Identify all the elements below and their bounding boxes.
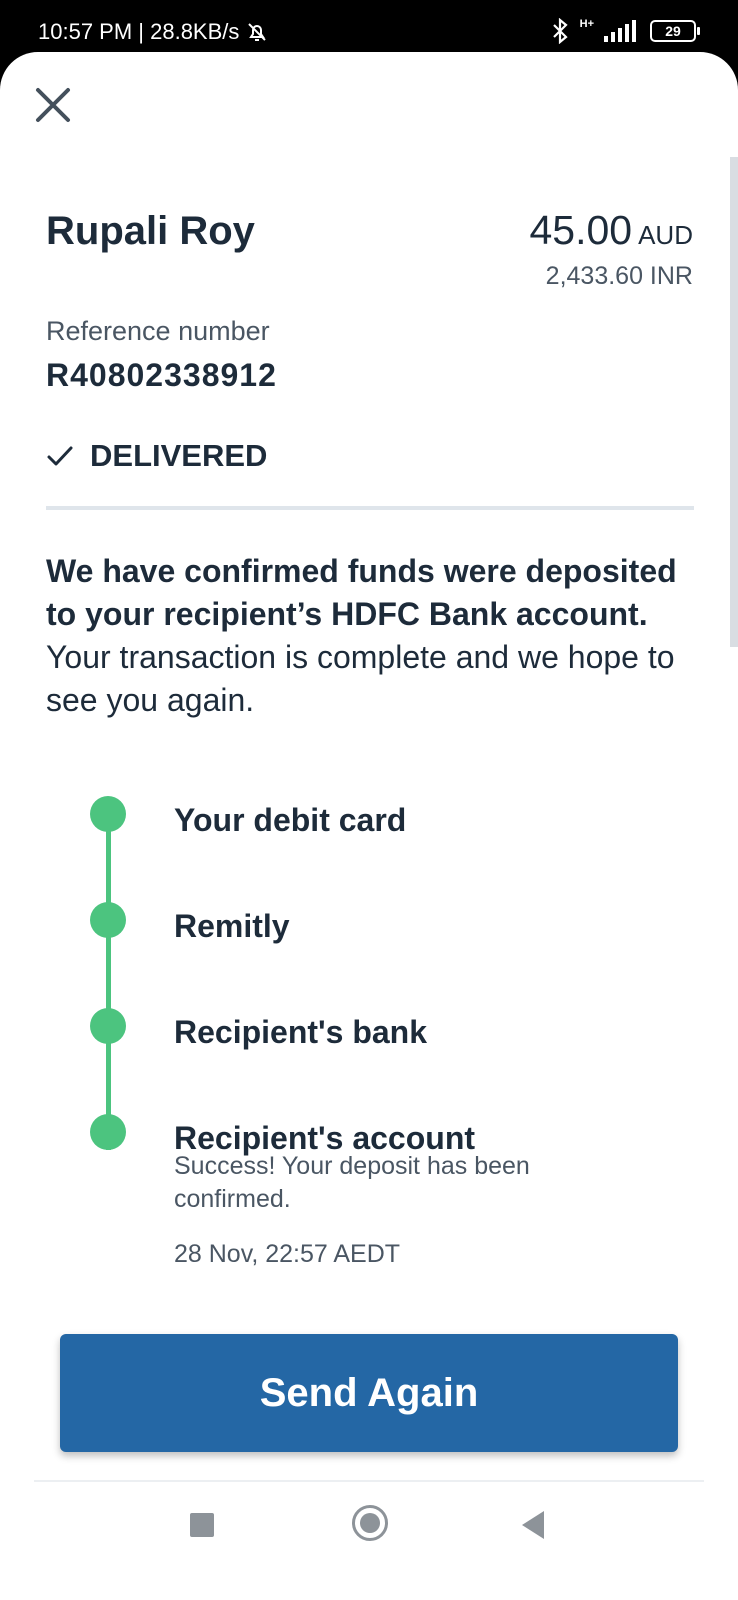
timeline-step-label: Remitly	[174, 908, 290, 944]
close-icon	[36, 88, 70, 122]
timeline-final-time: 28 Nov, 22:57 AEDT	[174, 1240, 401, 1268]
amount-value: 45.00	[529, 207, 633, 253]
status-left: 10:57 PM | 28.8KB/s	[38, 19, 269, 45]
close-button[interactable]	[34, 86, 72, 124]
checkmark-icon	[47, 446, 73, 466]
back-icon[interactable]	[522, 1511, 544, 1539]
divider	[46, 506, 694, 510]
reference-label: Reference number	[46, 316, 270, 346]
bluetooth-icon	[552, 18, 568, 44]
timeline-dot	[90, 902, 126, 938]
reference-number: R40802338912	[46, 357, 277, 393]
scrollbar[interactable]	[730, 157, 738, 647]
amount-currency: AUD	[638, 220, 693, 250]
status-time-speed: 10:57 PM | 28.8KB/s	[38, 19, 240, 44]
timeline-step-label: Recipient's bank	[174, 1014, 428, 1050]
timeline-final-description: Success! Your deposit has been confirmed…	[174, 1152, 530, 1213]
send-amount: 45.00 AUD	[529, 207, 693, 254]
transfer-detail-sheet: Rupali Roy 45.00 AUD 2,433.60 INR Referen…	[0, 52, 738, 1600]
signal-icon	[604, 20, 636, 42]
network-type: H+	[579, 18, 594, 30]
battery-icon: 29	[650, 20, 700, 42]
status-message-bold: We have confirmed funds were deposited t…	[46, 553, 677, 632]
home-icon[interactable]	[352, 1505, 388, 1541]
bottom-divider	[34, 1480, 704, 1482]
status-message-regular: Your transaction is complete and we hope…	[46, 639, 675, 718]
converted-amount: 2,433.60 INR	[545, 262, 693, 290]
recent-apps-icon[interactable]	[190, 1513, 214, 1537]
timeline-dot	[90, 796, 126, 832]
bell-muted-icon	[248, 23, 267, 41]
recipient-name: Rupali Roy	[46, 209, 255, 253]
status-label: DELIVERED	[90, 438, 268, 473]
status-message: We have confirmed funds were deposited t…	[46, 550, 706, 722]
status-right: H+ 29	[550, 18, 700, 44]
system-nav-bar	[0, 1488, 738, 1564]
timeline-dot	[90, 1114, 126, 1150]
send-again-button[interactable]: Send Again	[60, 1334, 678, 1452]
battery-level: 29	[665, 23, 681, 39]
timeline-dot	[90, 1008, 126, 1044]
delivery-status: DELIVERED	[46, 438, 267, 474]
timeline-line	[106, 830, 111, 1150]
timeline-step-label: Your debit card	[174, 802, 407, 838]
